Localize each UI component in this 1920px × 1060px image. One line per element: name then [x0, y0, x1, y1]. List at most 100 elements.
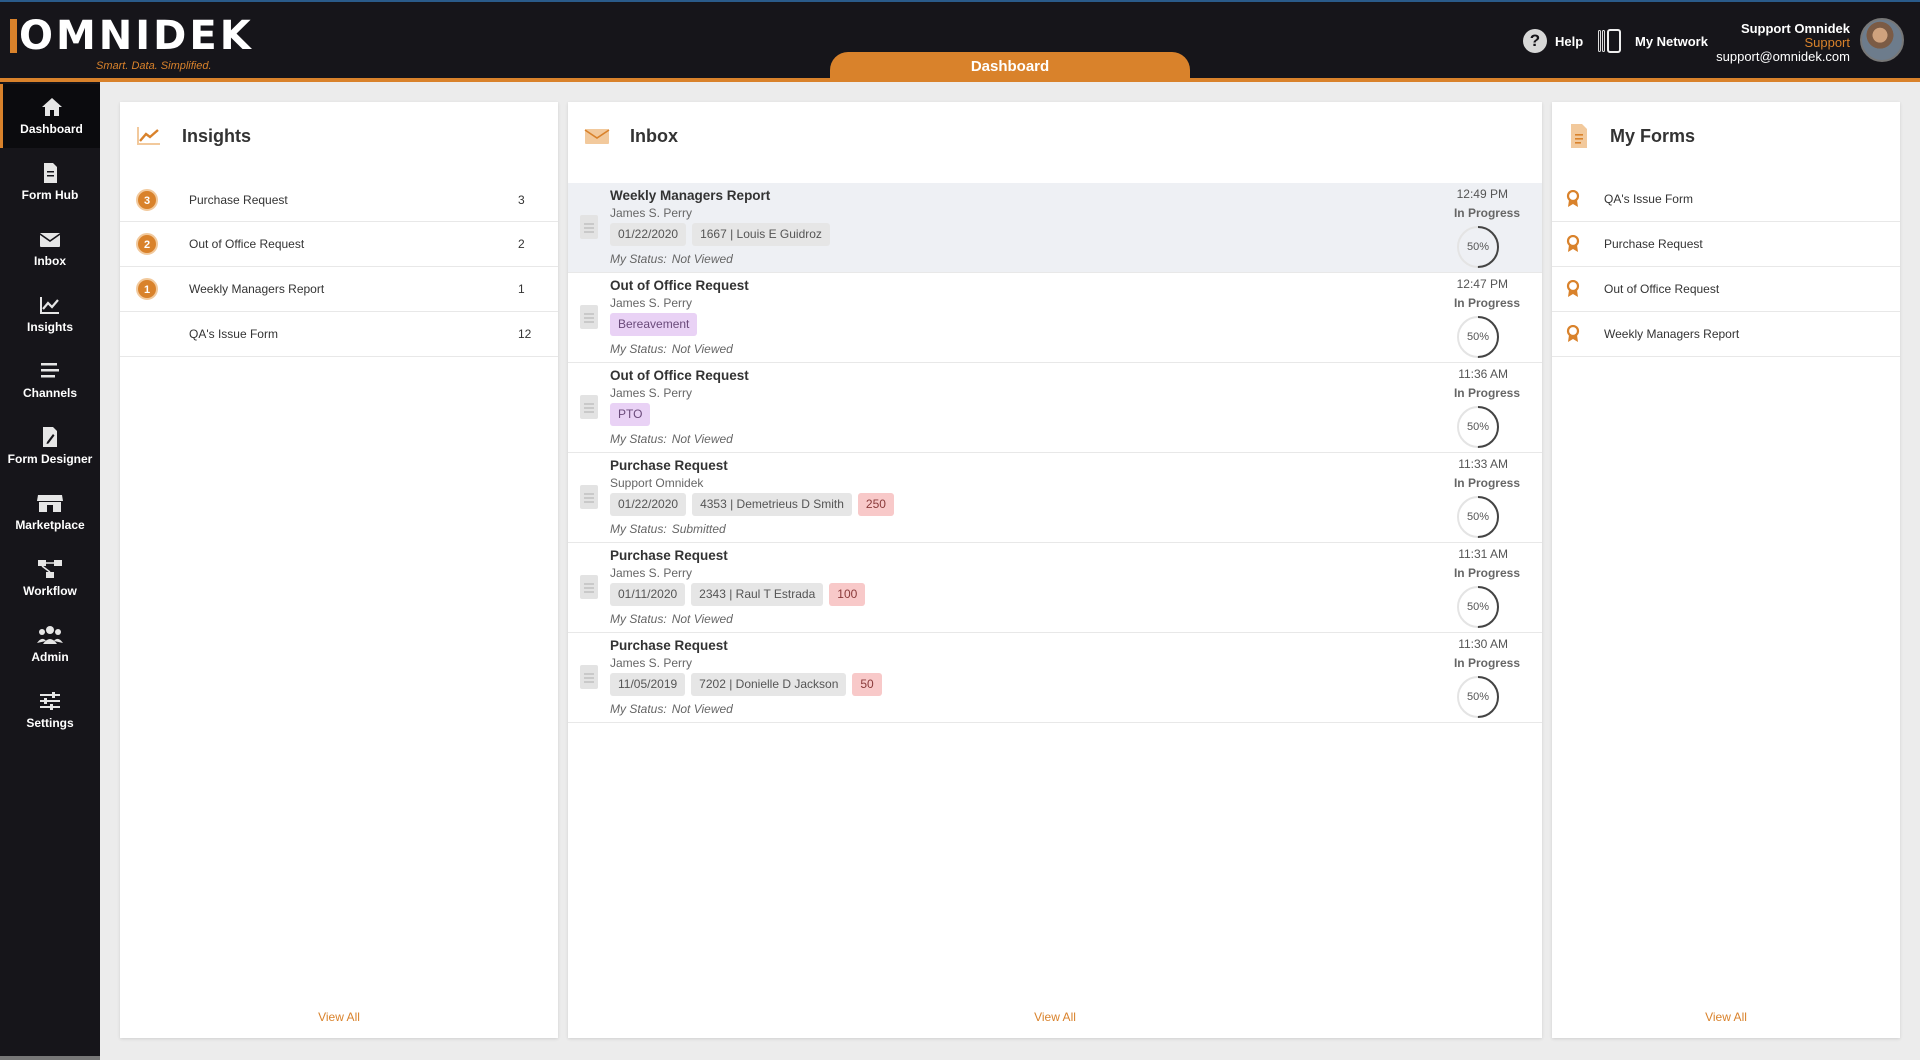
- form-list-item[interactable]: Out of Office Request: [1552, 267, 1900, 312]
- menu-icon: [41, 363, 59, 378]
- insights-row[interactable]: 3 Purchase Request 3: [120, 177, 558, 222]
- inbox-row-state: In Progress: [1453, 656, 1520, 670]
- inbox-row-sender: James S. Perry: [610, 566, 693, 580]
- inbox-row-state: In Progress: [1453, 386, 1520, 400]
- sidebar-item-dashboard[interactable]: Dashboard: [0, 84, 100, 148]
- inbox-row-sender: James S. Perry: [610, 206, 693, 220]
- sidebar-item-label: Settings: [26, 716, 74, 730]
- insights-row-label: Purchase Request: [189, 192, 288, 207]
- sidebar-item-inbox[interactable]: Inbox: [0, 216, 100, 280]
- document-icon: [580, 215, 598, 239]
- sidebar-item-label: Channels: [22, 386, 77, 400]
- omnidek-logo[interactable]: OMNIDEK Smart. Data. Simplified.: [10, 16, 254, 72]
- info-tag: 01/11/2020: [610, 583, 686, 606]
- sidebar-item-insights[interactable]: Insights: [0, 282, 100, 346]
- my-forms-title: My Forms: [1610, 125, 1696, 146]
- insights-chart-icon: [137, 127, 160, 145]
- insights-row[interactable]: 2 Out of Office Request 2: [120, 222, 558, 267]
- my-network-button[interactable]: My Network: [1598, 28, 1708, 54]
- form-list-item[interactable]: Purchase Request: [1552, 222, 1900, 267]
- user-name: Support Omnidek: [1740, 21, 1850, 36]
- category-tag: Bereavement: [610, 313, 698, 336]
- inbox-row[interactable]: Weekly Managers Report James S. Perry 01/2…: [568, 183, 1542, 273]
- progress-text: 50%: [1466, 511, 1490, 523]
- amount-tag: 250: [857, 493, 894, 516]
- progress-text: 50%: [1466, 421, 1490, 433]
- inbox-row-state: In Progress: [1453, 206, 1520, 220]
- form-list-item[interactable]: QA's Issue Form: [1552, 177, 1900, 222]
- progress-ring: 50%: [1456, 495, 1500, 539]
- inbox-row-tags: 01/22/2020 4353 | Demetrieus D Smith 250: [610, 493, 894, 516]
- inbox-row[interactable]: Out of Office Request James S. Perry PTO My…: [568, 363, 1542, 453]
- info-tag: 4353 | Demetrieus D Smith: [692, 493, 852, 516]
- document-icon: [580, 575, 598, 599]
- sidebar-item-form-designer[interactable]: Form Designer: [0, 414, 100, 478]
- sidebar-scrollbar[interactable]: [0, 1056, 100, 1060]
- sidebar-item-settings[interactable]: Settings: [0, 678, 100, 742]
- avatar[interactable]: [1860, 18, 1904, 62]
- sidebar-item-label: Form Hub: [21, 188, 79, 202]
- sidebar-item-admin[interactable]: Admin: [0, 612, 100, 676]
- progress-ring: 50%: [1456, 585, 1500, 629]
- my-status-label: My Status:: [610, 432, 667, 446]
- inbox-row[interactable]: Purchase Request Support Omnidek 01/22/202…: [568, 453, 1542, 543]
- form-label: Out of Office Request: [1604, 282, 1720, 296]
- my-forms-header: My Forms: [1552, 102, 1900, 170]
- form-label: Purchase Request: [1604, 237, 1703, 251]
- inbox-row-time: 11:31 AM: [1458, 547, 1508, 561]
- sidebar-item-label: Inbox: [34, 254, 66, 268]
- my-status-value: Submitted: [671, 522, 726, 536]
- progress-text: 50%: [1466, 331, 1490, 343]
- inbox-row-time: 11:33 AM: [1458, 457, 1508, 471]
- user-info[interactable]: Support Omnidek Support support@omnidek.…: [1716, 22, 1850, 64]
- insights-row-count: 3: [518, 192, 525, 207]
- inbox-row-title: Purchase Request: [610, 548, 728, 563]
- inbox-row[interactable]: Purchase Request James S. Perry 11/05/2019…: [568, 633, 1542, 723]
- insights-row[interactable]: 1 Weekly Managers Report 1: [120, 267, 558, 312]
- form-list-item[interactable]: Weekly Managers Report: [1552, 312, 1900, 357]
- my-status-value: Not Viewed: [671, 612, 733, 626]
- ribbon-award-icon: [1566, 190, 1580, 207]
- sidebar-item-label: Form Designer: [7, 452, 93, 466]
- sidebar-item-workflow[interactable]: Workflow: [0, 546, 100, 610]
- insights-row[interactable]: QA's Issue Form 12: [120, 312, 558, 357]
- user-role: Support: [1804, 35, 1850, 50]
- inbox-panel: Inbox Weekly Managers Report James S. Per…: [568, 102, 1542, 1038]
- inbox-row-sender: James S. Perry: [610, 386, 693, 400]
- my-forms-view-all-link[interactable]: View All: [1552, 1010, 1900, 1024]
- inbox-row[interactable]: Out of Office Request James S. Perry Berea…: [568, 273, 1542, 363]
- progress-text: 50%: [1466, 241, 1490, 253]
- inbox-row-tags: 01/11/2020 2343 | Raul T Estrada 100: [610, 583, 866, 606]
- insights-view-all-link[interactable]: View All: [120, 1010, 558, 1024]
- progress-ring: 50%: [1456, 225, 1500, 269]
- sidebar-item-label: Insights: [26, 320, 73, 334]
- my-status-label: My Status:: [610, 342, 667, 356]
- sliders-icon: [40, 692, 60, 710]
- inbox-row[interactable]: Purchase Request James S. Perry 01/11/2020…: [568, 543, 1542, 633]
- help-button[interactable]: ? Help: [1523, 29, 1583, 53]
- my-status-label: My Status:: [610, 522, 667, 536]
- progress-ring: 50%: [1456, 675, 1500, 719]
- inbox-row-my-status: My Status: Not Viewed: [610, 252, 733, 266]
- inbox-view-all-link[interactable]: View All: [568, 1010, 1542, 1024]
- insights-row-count: 12: [518, 327, 532, 341]
- sidebar-item-marketplace[interactable]: Marketplace: [0, 480, 100, 544]
- help-icon: ?: [1523, 29, 1547, 53]
- inbox-row-state: In Progress: [1453, 296, 1520, 310]
- insights-row-count: 2: [518, 237, 525, 251]
- my-forms-panel: My Forms QA's Issue Form Purchase Reques…: [1552, 102, 1900, 1038]
- store-icon: [37, 495, 63, 512]
- workflow-icon: [38, 560, 62, 578]
- chart-icon: [40, 297, 59, 314]
- inbox-row-title: Purchase Request: [610, 638, 728, 653]
- sidebar-item-form-hub[interactable]: Form Hub: [0, 150, 100, 214]
- my-status-value: Not Viewed: [671, 432, 733, 446]
- my-status-label: My Status:: [610, 702, 667, 716]
- insights-row-label: Weekly Managers Report: [189, 282, 325, 296]
- sidebar-item-channels[interactable]: Channels: [0, 348, 100, 412]
- info-tag: 01/22/2020: [610, 223, 687, 246]
- progress-ring: 50%: [1456, 315, 1500, 359]
- my-status-value: Not Viewed: [671, 702, 733, 716]
- form-edit-icon: [43, 427, 57, 447]
- insights-row-label: QA's Issue Form: [189, 327, 278, 341]
